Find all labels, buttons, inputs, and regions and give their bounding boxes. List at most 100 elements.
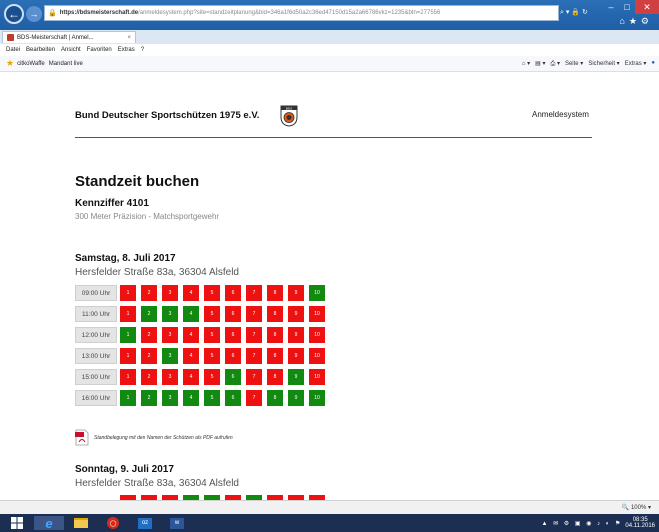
lane-button-3: 3 — [162, 285, 178, 301]
lane-button-2[interactable]: 2 — [141, 306, 157, 322]
url-host: https://bdsmeisterschaft.de — [59, 10, 139, 16]
lane-button-2: 2 — [141, 327, 157, 343]
lane-button-4: 4 — [183, 348, 199, 364]
lane-button-9: 9 — [288, 327, 304, 343]
lane-button-3[interactable]: 3 — [162, 348, 178, 364]
lane-button-10: 10 — [309, 348, 325, 364]
maximize-icon[interactable]: □ — [619, 0, 635, 14]
menu-help[interactable]: ? — [141, 47, 144, 53]
file-explorer-icon[interactable] — [68, 516, 94, 530]
lane-button-9: 9 — [288, 348, 304, 364]
back-button[interactable]: ← — [4, 4, 24, 24]
lane-button-6[interactable]: 6 — [225, 369, 241, 385]
lane-button-3[interactable]: 3 — [162, 306, 178, 322]
pdf-icon[interactable] — [75, 429, 89, 446]
menu-bearbeiten[interactable]: Bearbeiten — [26, 47, 55, 53]
lane-button-4: 4 — [183, 285, 199, 301]
lane-button-3[interactable]: 3 — [162, 390, 178, 406]
zoom-level[interactable]: 🔍 100% ▾ — [622, 504, 651, 511]
home-star-gear-icons[interactable]: ⌂★⚙ — [619, 16, 653, 27]
app-red-icon[interactable]: ◯ — [100, 516, 126, 530]
lane-button-10: 10 — [309, 306, 325, 322]
lane-button-1: 1 — [120, 306, 136, 322]
lane-button-5: 5 — [204, 369, 220, 385]
tab-bar: BDS-Meisterschaft | Anmel... × — [0, 30, 659, 44]
zoom-value: 100% — [630, 505, 647, 511]
lane-button-7: 7 — [246, 369, 262, 385]
slot-grid-saturday: 09:00 Uhr 1 2 3 4 5 6 7 8 9 10 11:00 Uhr 1 2 3 4 5 6 7 8 9 10… — [75, 285, 330, 411]
slot-row: 16:00 Uhr 1 2 3 4 5 6 7 8 9 10 — [75, 390, 330, 406]
lane-button-10[interactable]: 10 — [309, 390, 325, 406]
pdf-download[interactable]: Standbelegung mit den Namen der Schützen… — [75, 429, 233, 446]
tab-title: BDS-Meisterschaft | Anmel... — [17, 34, 94, 41]
help-icon[interactable]: ● — [651, 60, 655, 68]
lane-button-8[interactable]: 8 — [267, 390, 283, 406]
favorite-mandant-live[interactable]: Mandant live — [49, 61, 83, 67]
outlook-icon[interactable]: oz — [132, 516, 158, 530]
word-icon[interactable]: w — [164, 516, 190, 530]
tab-close-icon[interactable]: × — [127, 35, 131, 41]
slot-row: 13:00 Uhr 1 2 3 4 5 6 7 8 9 10 — [75, 348, 330, 364]
lane-button-6[interactable]: 6 — [225, 390, 241, 406]
lane-button-2[interactable]: 2 — [141, 390, 157, 406]
menu-datei[interactable]: Datei — [6, 47, 20, 53]
internet-explorer-icon[interactable]: e — [34, 516, 64, 531]
window-controls: – □ ✕ — [603, 0, 659, 14]
pdf-link[interactable]: Standbelegung mit den Namen der Schützen… — [94, 435, 233, 441]
lane-button-5[interactable]: 5 — [204, 390, 220, 406]
lane-button-8: 8 — [267, 327, 283, 343]
lane-button-8: 8 — [267, 369, 283, 385]
home-icon[interactable]: ⌂ ▾ — [522, 60, 530, 68]
lane-button-1: 1 — [120, 369, 136, 385]
lane-button-9[interactable]: 9 — [288, 369, 304, 385]
slot-time: 11:00 Uhr — [75, 306, 117, 322]
slot-time: 15:00 Uhr — [75, 369, 117, 385]
address-bar[interactable]: 🔒 https://bdsmeisterschaft.de /anmeldesy… — [44, 5, 559, 21]
menu-ansicht[interactable]: Ansicht — [61, 47, 81, 53]
lane-button-7: 7 — [246, 306, 262, 322]
org-name: Bund Deutscher Sportschützen 1975 e.V. — [75, 110, 260, 121]
close-icon[interactable]: ✕ — [635, 0, 659, 14]
favorites-star-icon[interactable]: ★ — [6, 58, 14, 69]
slot-row: 11:00 Uhr 1 2 3 4 5 6 7 8 9 10 — [75, 306, 330, 322]
slot-time: 13:00 Uhr — [75, 348, 117, 364]
windows-start-icon[interactable] — [6, 516, 28, 530]
day-address-sunday: Hersfelder Straße 83a, 36304 Alsfeld — [75, 478, 239, 489]
lane-button-6: 6 — [225, 306, 241, 322]
day-title-sunday: Sonntag, 9. Juli 2017 — [75, 464, 174, 475]
lane-button-4: 4 — [183, 369, 199, 385]
lane-button-4[interactable]: 4 — [183, 390, 199, 406]
lane-button-2: 2 — [141, 369, 157, 385]
menu-extras[interactable]: Extras — [118, 47, 135, 53]
slot-time: 16:00 Uhr — [75, 390, 117, 406]
lane-button-1[interactable]: 1 — [120, 390, 136, 406]
tray-icons[interactable]: ▲ ✉ ⚙ ▣ ◉ ♪ ◐ ⚑ — [541, 520, 622, 527]
safety-menu[interactable]: Sicherheit ▾ — [588, 60, 619, 68]
forward-button[interactable]: → — [26, 6, 42, 22]
lane-button-10[interactable]: 10 — [309, 285, 325, 301]
lane-button-5: 5 — [204, 306, 220, 322]
menu-favoriten[interactable]: Favoriten — [87, 47, 112, 53]
search-icon[interactable]: ⌕ ▾ 🔒 ↻ — [560, 8, 588, 17]
system-name: Anmeldesystem — [532, 110, 589, 119]
feeds-icon[interactable]: ▤ ▾ — [535, 60, 545, 68]
date[interactable]: 04.11.2016 — [625, 523, 655, 529]
print-icon[interactable]: ⎙ ▾ — [550, 60, 559, 68]
tools-menu[interactable]: Extras ▾ — [625, 60, 647, 68]
lane-button-4[interactable]: 4 — [183, 306, 199, 322]
lane-button-5: 5 — [204, 348, 220, 364]
lane-button-7: 7 — [246, 285, 262, 301]
windows-taskbar: e ◯ oz w ▲ ✉ ⚙ ▣ ◉ ♪ ◐ ⚑ 08:35 04.11.201… — [0, 514, 659, 532]
browser-title-bar: ← → 🔒 https://bdsmeisterschaft.de /anmel… — [0, 0, 659, 30]
lane-button-1: 1 — [120, 285, 136, 301]
day-address-saturday: Hersfelder Straße 83a, 36304 Alsfeld — [75, 267, 239, 278]
favorite-citkowaffe[interactable]: citkoWaffe — [17, 61, 45, 67]
page-menu[interactable]: Seite ▾ — [565, 60, 583, 68]
lane-button-9[interactable]: 9 — [288, 390, 304, 406]
minimize-icon[interactable]: – — [603, 0, 619, 14]
slot-row: 15:00 Uhr 1 2 3 4 5 6 7 8 9 10 — [75, 369, 330, 385]
lane-button-9: 9 — [288, 306, 304, 322]
browser-tab[interactable]: BDS-Meisterschaft | Anmel... × — [2, 31, 136, 43]
lane-button-1[interactable]: 1 — [120, 327, 136, 343]
discipline-name: 300 Meter Präzision - Matchsportgewehr — [75, 212, 220, 221]
